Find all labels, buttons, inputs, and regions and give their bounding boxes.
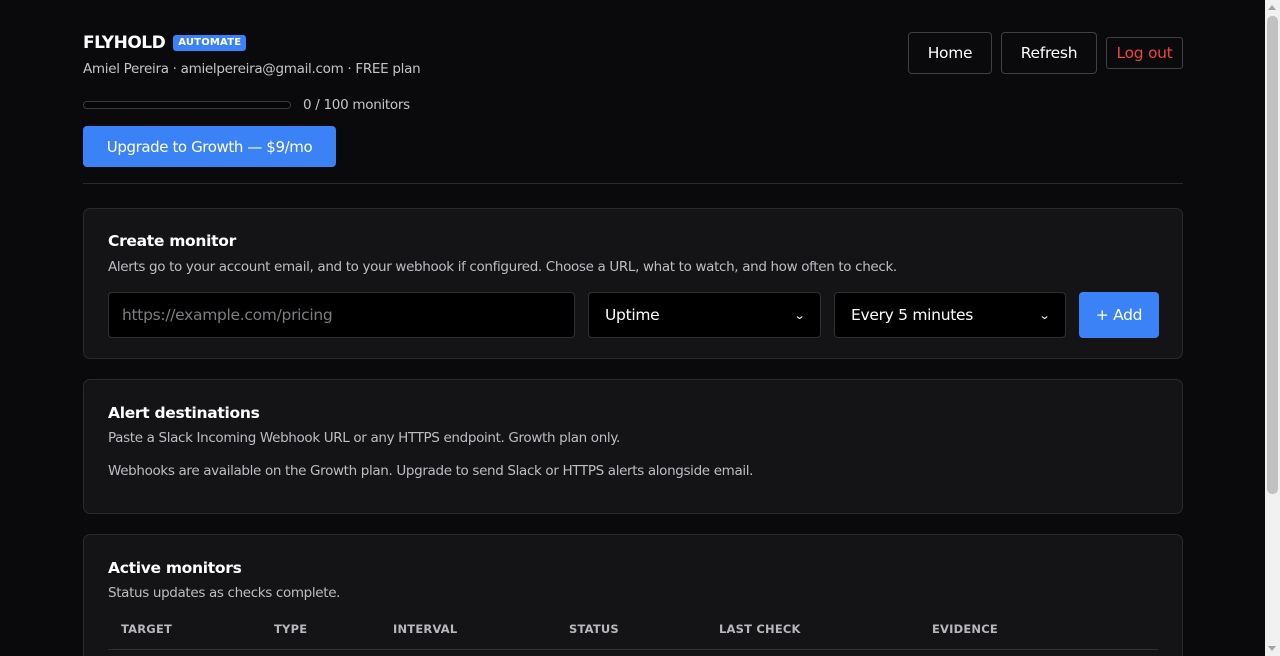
upgrade-button[interactable]: Upgrade to Growth — $9/mo bbox=[83, 126, 336, 167]
active-monitors-description: Status updates as checks complete. bbox=[108, 585, 341, 601]
chevron-down-icon: ⌄ bbox=[793, 308, 806, 322]
page-scrollbar[interactable] bbox=[1265, 0, 1280, 656]
add-monitor-button[interactable]: + Add bbox=[1079, 292, 1159, 338]
column-header-type: TYPE bbox=[274, 622, 308, 636]
header-nav: Home Refresh Log out bbox=[908, 32, 1183, 74]
create-monitor-description: Alerts go to your account email, and to … bbox=[108, 259, 897, 275]
check-interval-value: Every 5 minutes bbox=[851, 306, 974, 324]
usage-meter: 0 / 100 monitors bbox=[83, 97, 410, 113]
alert-destinations-title: Alert destinations bbox=[108, 404, 260, 422]
account-info: Amiel Pereira · amielpereira@gmail.com ·… bbox=[83, 61, 421, 77]
column-header-status: STATUS bbox=[569, 622, 619, 636]
brand-logo-text: FLYHOLD bbox=[83, 33, 166, 53]
header-divider bbox=[83, 183, 1183, 184]
column-header-evidence: EVIDENCE bbox=[932, 622, 998, 636]
active-monitors-title: Active monitors bbox=[108, 559, 242, 577]
usage-count: 0 / 100 monitors bbox=[303, 97, 410, 113]
home-button[interactable]: Home bbox=[908, 32, 992, 74]
alert-destinations-card: Alert destinations Paste a Slack Incomin… bbox=[83, 379, 1183, 514]
create-monitor-title: Create monitor bbox=[108, 232, 236, 250]
webhook-upgrade-note: Webhooks are available on the Growth pla… bbox=[108, 463, 754, 479]
column-header-interval: INTERVAL bbox=[393, 622, 458, 636]
monitor-type-value: Uptime bbox=[605, 306, 660, 324]
plan-feature-badge: AUTOMATE bbox=[173, 35, 247, 51]
column-header-target: TARGET bbox=[121, 622, 173, 636]
dashboard-page: FLYHOLD AUTOMATE Amiel Pereira · amielpe… bbox=[83, 0, 1183, 656]
check-interval-select[interactable]: Every 5 minutes ⌄ bbox=[834, 292, 1066, 338]
logout-button[interactable]: Log out bbox=[1106, 37, 1183, 69]
alert-destinations-description: Paste a Slack Incoming Webhook URL or an… bbox=[108, 430, 620, 446]
refresh-button[interactable]: Refresh bbox=[1001, 32, 1097, 74]
monitors-table-header: TARGET TYPE INTERVAL STATUS LAST CHECK E… bbox=[108, 622, 1158, 650]
active-monitors-card: Active monitors Status updates as checks… bbox=[83, 534, 1183, 656]
usage-progress-bar bbox=[83, 101, 291, 109]
monitor-type-select[interactable]: Uptime ⌄ bbox=[588, 292, 821, 338]
brand-row: FLYHOLD AUTOMATE bbox=[83, 33, 247, 53]
url-input[interactable] bbox=[108, 292, 575, 338]
chevron-down-icon: ⌄ bbox=[1038, 308, 1051, 322]
scroll-up-arrow-icon[interactable] bbox=[1268, 5, 1276, 10]
scrollbar-thumb[interactable] bbox=[1267, 16, 1278, 494]
column-header-last-check: LAST CHECK bbox=[719, 622, 801, 636]
scroll-down-arrow-icon[interactable] bbox=[1268, 646, 1276, 651]
create-monitor-card: Create monitor Alerts go to your account… bbox=[83, 208, 1183, 359]
